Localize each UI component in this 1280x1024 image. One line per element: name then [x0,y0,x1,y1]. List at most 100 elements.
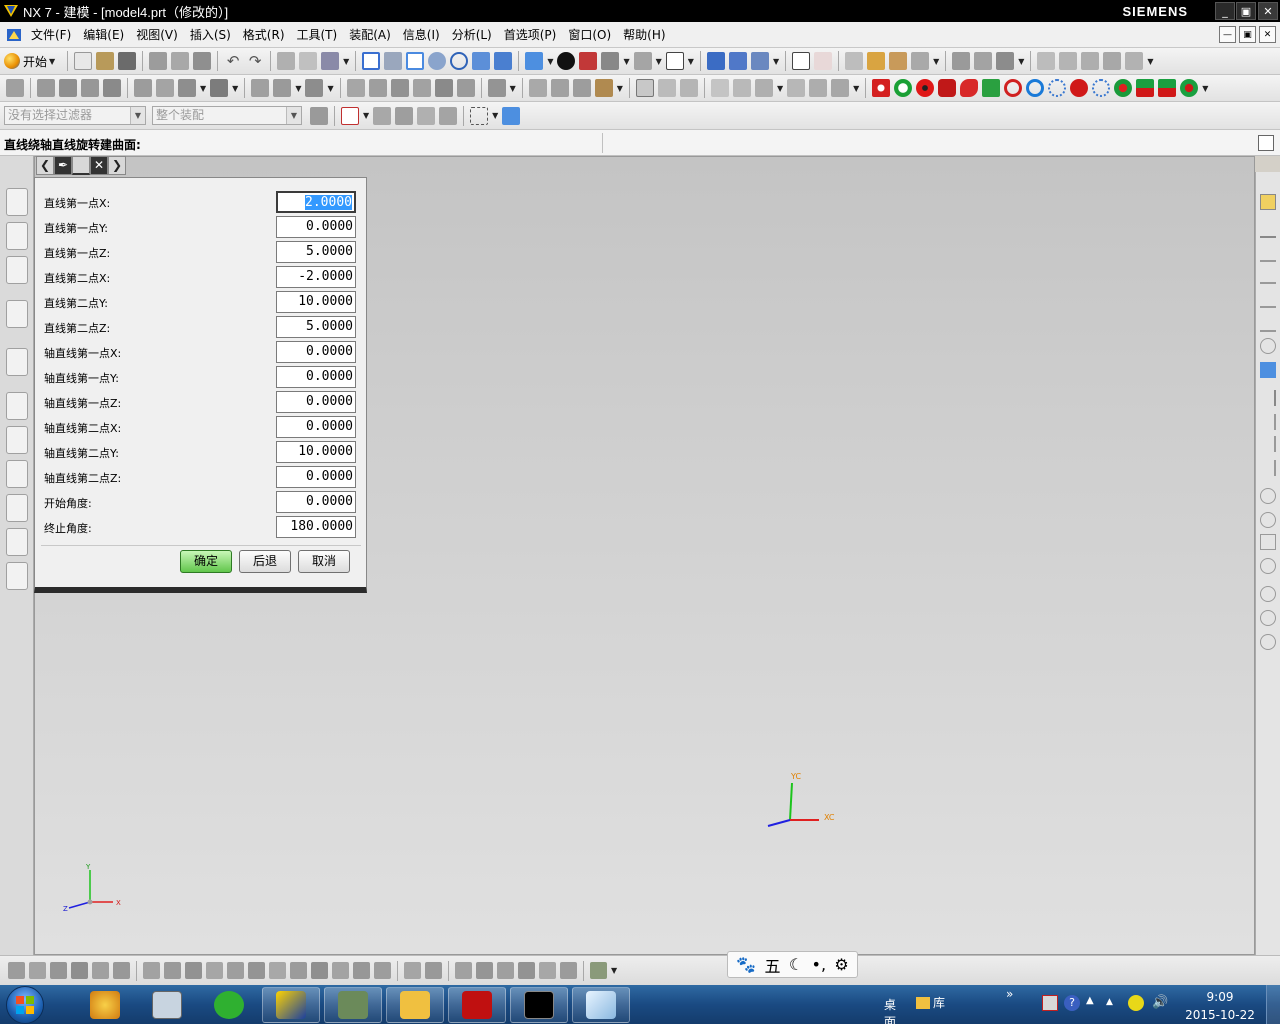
menu-window[interactable]: 窗口(O) [562,24,617,46]
bottom-tool-23-icon[interactable] [497,962,514,979]
chevron-down-icon[interactable]: ▼ [933,57,939,66]
chevron-down-icon[interactable]: ▼ [773,57,779,66]
moon-icon[interactable]: ☾ [789,955,803,974]
through-curves-icon[interactable] [528,79,547,97]
bottom-tool-19-icon[interactable] [404,962,421,979]
circle-tangent-icon[interactable] [1260,534,1276,550]
redo-icon[interactable]: ↷ [246,52,264,70]
paste-icon[interactable] [193,52,212,70]
taskbar-calculator-app[interactable] [138,987,196,1023]
combined-projection-icon[interactable] [809,79,828,97]
menu-help[interactable]: 帮助(H) [617,24,671,46]
point-set-icon[interactable] [1260,362,1276,378]
bottom-tool-1-icon[interactable] [8,962,25,979]
chevron-down-icon[interactable]: ▼ [853,84,859,93]
zoom-window-icon[interactable] [406,52,425,70]
close-dialog-icon[interactable]: ✕ [90,156,108,175]
cylinder-icon[interactable] [156,79,174,97]
arc-icon[interactable] [1260,390,1276,406]
line-p1-x-input[interactable]: 2.0000 [276,191,356,213]
bottom-tool-22-icon[interactable] [476,962,493,979]
chevron-right-icon[interactable]: ❯ [108,156,126,175]
roles-tab[interactable] [6,528,28,556]
bottom-tool-4-icon[interactable] [71,962,88,979]
punctuation-icon[interactable]: •, [812,955,827,974]
chevron-left-icon[interactable]: ❮ [36,156,54,175]
sweep-icon[interactable] [81,79,99,97]
curve-tool-icon[interactable] [1037,52,1056,70]
bottom-tool-25-icon[interactable] [539,962,556,979]
wrap-curve-icon[interactable] [831,79,850,97]
taskbar-explorer-app[interactable] [386,987,444,1023]
arc-mid-icon[interactable] [1260,460,1276,476]
doc-minimize-button[interactable]: — [1219,26,1236,43]
part-navigator-tab[interactable] [6,256,28,284]
point-constructor-icon[interactable] [814,52,833,70]
hole-icon[interactable] [251,79,270,97]
bottom-tool-7-icon[interactable] [143,962,160,979]
wireframe-icon[interactable] [601,52,620,70]
general-filter-icon[interactable] [310,106,328,125]
taskbar-pdf-app[interactable] [448,987,506,1023]
snap-point-icon[interactable] [792,52,811,70]
block-icon[interactable] [134,79,152,97]
bottom-tool-11-icon[interactable] [227,962,244,979]
network-icon[interactable]: ▲ [1086,995,1102,1011]
measure-body-icon[interactable] [889,52,908,70]
analysis-cylinder-icon[interactable] [938,79,957,97]
analysis-dotted-icon[interactable] [1048,79,1067,97]
windows-start-button[interactable] [6,986,44,1024]
circle-icon[interactable] [1260,338,1276,354]
chevron-down-icon[interactable]: ▼ [611,966,617,975]
bottom-tool-17-icon[interactable] [353,962,370,979]
perpendicular-line-icon[interactable] [1260,292,1276,308]
revolve-icon[interactable] [59,79,77,97]
chevron-down-icon[interactable]: ▼ [510,84,516,93]
chevron-down-icon[interactable]: ▼ [547,57,553,66]
undo-icon[interactable]: ↶ [224,52,242,70]
circle-quadrant-icon[interactable] [1260,512,1276,528]
zoom-icon[interactable] [384,52,403,70]
extrude-icon[interactable] [37,79,55,97]
cone-icon[interactable] [178,79,196,97]
taskbar-window-app[interactable] [572,987,630,1023]
measure-distance-icon[interactable] [845,52,864,70]
menu-assembly[interactable]: 装配(A) [343,24,397,46]
analysis-dotted2-icon[interactable] [1092,79,1111,97]
menu-edit[interactable]: 编辑(E) [77,24,130,46]
start-angle-input[interactable]: 0.0000 [276,491,356,513]
system-scene-tab[interactable] [6,562,28,590]
open-folder-icon[interactable] [96,52,115,70]
cancel-button[interactable]: 取消 [298,550,350,573]
menu-insert[interactable]: 插入(S) [184,24,237,46]
analysis-green-icon[interactable] [982,79,1001,97]
line-tangent-icon[interactable] [1260,246,1276,262]
rectangle-select-icon[interactable] [470,106,489,125]
arc-end-icon[interactable] [1260,436,1276,452]
bottom-tool-15-icon[interactable] [311,962,328,979]
menu-format[interactable]: 格式(R) [237,24,291,46]
analysis-red-icon[interactable] [872,79,891,97]
update-icon[interactable] [1128,995,1144,1011]
chevron-down-icon[interactable]: ▼ [492,111,498,120]
start-menu-button[interactable]: 开始 ▼ [4,53,57,70]
bottom-tool-18-icon[interactable] [374,962,391,979]
perspective-icon[interactable] [494,52,513,70]
doc-close-button[interactable]: ✕ [1259,26,1276,43]
through-mesh-icon[interactable] [550,79,569,97]
extend-icon[interactable] [1081,52,1100,70]
fillet-curve-icon[interactable] [1103,52,1122,70]
line-p2-z-input[interactable]: 5.0000 [276,316,356,338]
analysis-target2-icon[interactable] [1180,79,1199,97]
wcs-orient-icon[interactable] [750,52,769,70]
minimize-button[interactable]: _ [1215,2,1235,20]
point-on-curve-icon[interactable] [1260,586,1276,602]
analysis-shape-icon[interactable] [960,79,979,97]
pocket-icon[interactable] [305,79,324,97]
bottom-tool-13-icon[interactable] [269,962,286,979]
axis-p1-z-input[interactable]: 0.0000 [276,391,356,413]
help-icon[interactable]: ? [1064,995,1080,1011]
chevron-down-icon[interactable]: ▼ [656,57,662,66]
save-icon[interactable] [118,52,137,70]
analysis-split2-icon[interactable] [1158,79,1177,97]
